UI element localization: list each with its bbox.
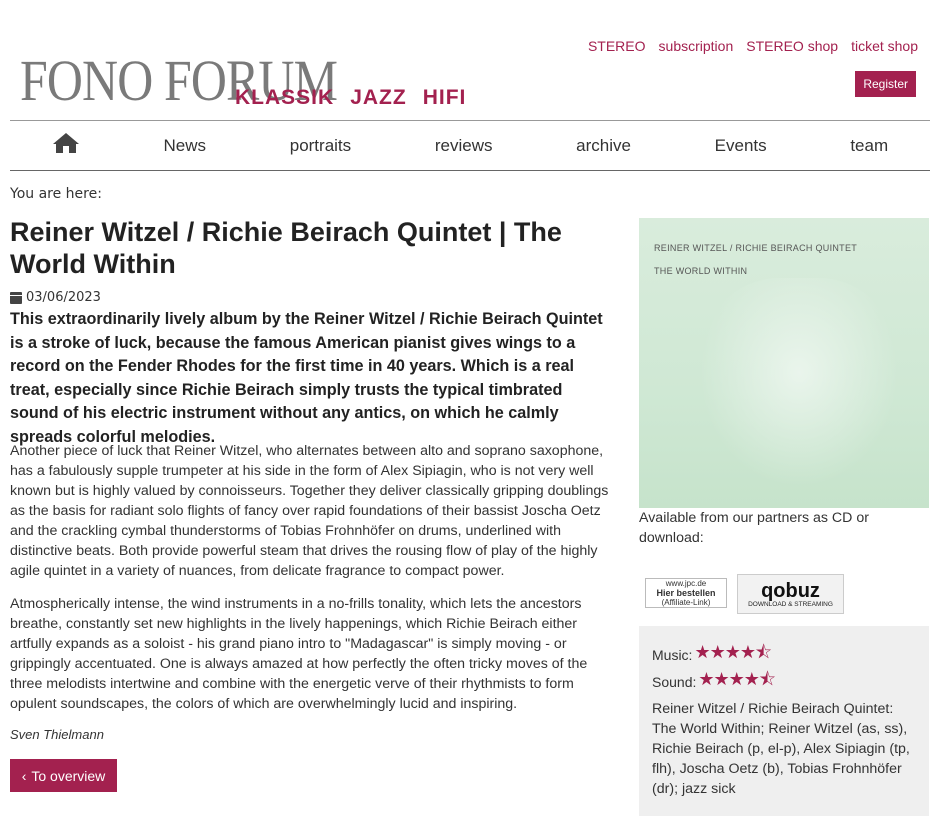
breadcrumb: You are here:: [10, 186, 102, 202]
sound-stars: ★★★★⯪: [698, 669, 776, 689]
qobuz-logo: qobuz: [761, 579, 820, 602]
article-author: Sven Thielmann: [10, 727, 104, 742]
article-paragraph-2: Atmospherically intense, the wind instru…: [10, 596, 588, 712]
nav-reviews[interactable]: reviews: [435, 136, 493, 156]
album-credits: Reiner Witzel / Richie Beirach Quintet: …: [652, 701, 910, 797]
section-jazz[interactable]: JAZZ: [350, 86, 407, 110]
home-icon: [52, 133, 79, 153]
cover-artist: REINER WITZEL / RICHIE BEIRACH QUINTET: [654, 243, 858, 253]
jpc-url: www.jpc.de: [665, 579, 707, 588]
nav-events[interactable]: Events: [715, 136, 767, 156]
nav-home[interactable]: [52, 132, 80, 159]
register-button[interactable]: Register: [855, 71, 916, 97]
article-title: Reiner Witzel / Richie Beirach Quintet |…: [10, 217, 562, 279]
cover-angel-image: [699, 278, 899, 488]
main-nav: News portraits reviews archive Events te…: [10, 121, 930, 170]
article-date: 03/06/2023: [10, 290, 101, 305]
article-lead: This extraordinarily lively album by the…: [10, 310, 603, 446]
qobuz-subtitle: DOWNLOAD & STREAMING: [748, 600, 833, 608]
cover-title: THE WORLD WITHIN: [654, 266, 748, 276]
nav-divider-bottom: [10, 170, 930, 171]
nav-team[interactable]: team: [850, 136, 888, 156]
nav-archive[interactable]: archive: [576, 136, 631, 156]
link-ticket-shop[interactable]: ticket shop: [851, 38, 918, 54]
link-stereo-shop[interactable]: STEREO shop: [746, 38, 838, 54]
music-rating: Music: ★★★★⯪: [652, 640, 772, 670]
link-subscription[interactable]: subscription: [659, 38, 734, 54]
overview-label: To overview: [31, 767, 106, 784]
link-stereo[interactable]: STEREO: [588, 38, 646, 54]
section-hifi[interactable]: HIFI: [423, 86, 467, 110]
section-links: KLASSIK JAZZ HIFI: [235, 86, 466, 110]
sound-rating: Sound: ★★★★⯪: [652, 667, 776, 697]
rating-box: Music: ★★★★⯪ Sound: ★★★★⯪ Reiner Witzel …: [639, 626, 929, 816]
availability-text: Available from our partners as CD or dow…: [639, 510, 869, 546]
jpc-affiliate: (Affiliate-Link): [661, 598, 711, 607]
nav-portraits[interactable]: portraits: [290, 136, 351, 156]
music-stars: ★★★★⯪: [694, 642, 772, 662]
article-paragraph-1: Another piece of luck that Reiner Witzel…: [10, 443, 609, 579]
calendar-icon: [10, 291, 22, 304]
top-links: STEREO subscription STEREO shop ticket s…: [588, 38, 918, 54]
music-label: Music:: [652, 647, 693, 663]
jpc-order-link[interactable]: www.jpc.de Hier bestellen (Affiliate-Lin…: [645, 578, 727, 608]
qobuz-link[interactable]: qobuz DOWNLOAD & STREAMING: [737, 574, 844, 614]
album-cover: REINER WITZEL / RICHIE BEIRACH QUINTET T…: [639, 218, 929, 508]
to-overview-button[interactable]: ‹ To overview: [10, 759, 117, 792]
sound-label: Sound:: [652, 674, 697, 690]
date-text: 03/06/2023: [26, 290, 101, 305]
chevron-left-icon: ‹: [21, 767, 27, 784]
section-klassik[interactable]: KLASSIK: [235, 86, 334, 110]
jpc-order-label: Hier bestellen: [656, 588, 716, 598]
nav-news[interactable]: News: [164, 136, 207, 156]
